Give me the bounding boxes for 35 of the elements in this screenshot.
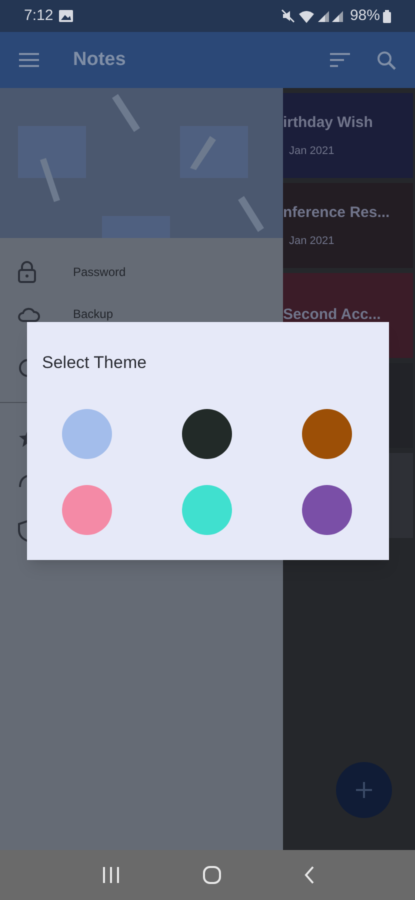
note-card[interactable]: irthday Wish Jan 2021 — [283, 93, 413, 178]
note-title: irthday Wish — [283, 113, 374, 133]
image-icon — [59, 10, 74, 22]
signal-icon — [318, 10, 344, 22]
cloud-icon — [18, 306, 40, 322]
wifi-icon — [298, 10, 314, 22]
battery-percent: 98% — [350, 6, 380, 26]
lock-icon — [18, 261, 36, 283]
theme-color-option[interactable] — [302, 409, 352, 459]
app-title: Notes — [73, 48, 126, 72]
note-title: Second Acc... — [283, 305, 382, 326]
search-icon[interactable] — [377, 50, 396, 70]
note-date: Jan 2021 — [288, 144, 336, 158]
drawer-item[interactable]: Password — [0, 252, 283, 292]
sort-icon[interactable] — [330, 53, 350, 67]
back-icon[interactable] — [304, 866, 314, 884]
theme-color-option[interactable] — [182, 409, 232, 459]
shield-icon — [18, 520, 27, 542]
battery-icon — [383, 10, 391, 22]
home-icon[interactable] — [202, 866, 220, 884]
plus-icon — [356, 782, 372, 798]
status-time: 7:12 — [24, 6, 54, 26]
theme-color-option[interactable] — [62, 409, 112, 459]
note-card[interactable]: nference Res... Jan 2021 — [283, 183, 413, 268]
mute-icon — [280, 9, 295, 23]
drawer-icon — [18, 358, 27, 378]
recent-apps-icon[interactable] — [102, 867, 120, 883]
theme-color-option[interactable] — [62, 485, 112, 535]
note-date: Jan 2021 — [288, 234, 336, 248]
theme-color-option[interactable] — [182, 485, 232, 535]
menu-icon[interactable] — [19, 53, 39, 67]
dialog-title: Select Theme — [42, 352, 147, 374]
share-icon — [18, 474, 27, 488]
theme-color-option[interactable] — [302, 485, 352, 535]
note-title: nference Res... — [283, 203, 391, 223]
